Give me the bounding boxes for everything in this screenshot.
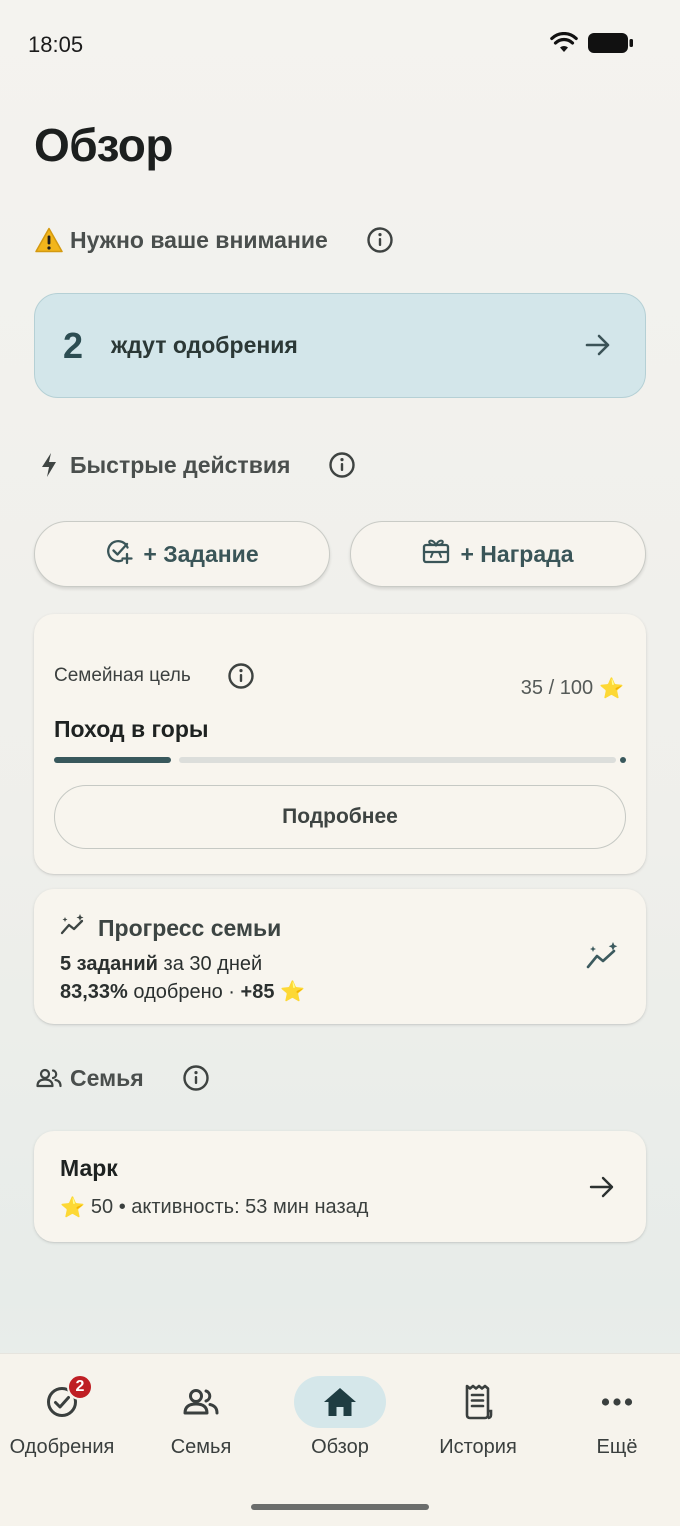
star-icon: ⭐ [599,678,624,700]
people-icon [183,1389,219,1415]
add-reward-button[interactable]: + Награда [350,521,646,587]
nav-icon-container: 2 [16,1374,108,1428]
add-task-label: + Задание [143,540,259,567]
battery-icon [588,33,633,53]
pending-approvals-card[interactable]: 2 ждут одобрения [34,293,646,398]
status-time: 18:05 [28,32,84,57]
wifi-icon [550,32,578,52]
task-check-plus-icon [105,537,134,571]
gift-card-icon [422,538,450,570]
stars-gain: +85 [240,981,275,1003]
warning-icon [34,227,64,253]
more-horizontal-icon [601,1398,633,1406]
tasks-count: 5 заданий [60,953,158,975]
family-goal-stars-value: 35 / 100 [520,677,594,699]
home-icon [324,1388,356,1416]
receipt-icon [465,1384,493,1420]
approvals-badge: 2 [67,1374,93,1400]
nav-label: Одобрения [9,1436,115,1458]
trending-sparkle-icon [60,913,86,943]
status-icons [550,32,634,54]
family-goal-name: Поход в горы [54,716,209,742]
family-progress-card[interactable]: Прогресс семьи 5 заданий за 30 дней 83,3… [34,889,646,1024]
approved-percent: 83,33% [60,981,128,1003]
add-task-button[interactable]: + Задание [34,521,330,587]
nav-label: Обзор [311,1436,369,1458]
tasks-period: за 30 дней [157,953,263,975]
people-icon [34,1068,64,1088]
attention-section-header: Нужно ваше внимание [34,226,394,254]
family-member-card[interactable]: Марк ⭐ 50 • активность: 53 мин назад [34,1131,646,1242]
family-goal-stars: 35 / 100 ⭐ [521,676,624,701]
nav-label: Ещё [596,1436,638,1458]
star-icon: ⭐ [60,1197,85,1219]
goal-details-button[interactable]: Подробнее [54,785,626,849]
nav-item-overview[interactable]: Обзор [272,1376,408,1459]
pending-approvals-count: 2 [63,324,84,366]
member-activity: 50 • активность: 53 мин назад [90,1196,369,1218]
bottom-navigation: 2 Одобрения Семья Обзор История Ещё [0,1353,680,1526]
progress-end-dot [620,757,626,763]
nav-item-more[interactable]: Ещё [549,1376,680,1459]
family-goal-info-icon[interactable] [227,662,255,690]
family-section-header: Семья [34,1064,210,1092]
member-name: Марк [60,1155,118,1181]
trending-sparkle-icon [586,941,620,976]
page-title: Обзор [34,119,174,171]
add-reward-label: + Награда [460,540,574,567]
progress-remaining [179,757,616,763]
family-goal-header: Семейная цель [54,662,255,690]
family-goal-progress-bar [54,757,626,763]
lightning-icon [34,452,64,478]
nav-icon-container [432,1376,524,1428]
family-progress-approval: 83,33% одобрено · +85 ⭐ [60,979,305,1004]
home-indicator[interactable] [251,1504,429,1510]
quick-actions-info-icon[interactable] [328,451,356,479]
pending-approvals-label: ждут одобрения [111,332,298,358]
family-progress-title: Прогресс семьи [98,914,282,941]
family-progress-tasks: 5 заданий за 30 дней [60,953,262,976]
arrow-right-icon [588,1173,616,1206]
nav-item-family[interactable]: Семья [133,1376,269,1459]
family-goal-card: Семейная цель 35 / 100 ⭐ Поход в горы По… [34,614,646,874]
nav-icon-container [155,1376,247,1428]
family-progress-header: Прогресс семьи [60,913,281,943]
family-title: Семья [70,1064,144,1091]
family-info-icon[interactable] [182,1064,210,1092]
family-goal-label: Семейная цель [54,665,191,686]
attention-info-icon[interactable] [366,226,394,254]
progress-fill [54,757,171,763]
quick-actions-title: Быстрые действия [70,451,291,478]
status-bar: 18:05 [0,0,680,88]
approved-text: одобрено · [127,981,241,1003]
nav-icon-container [294,1376,386,1428]
nav-label: Семья [170,1436,232,1458]
nav-item-history[interactable]: История [410,1376,546,1459]
nav-item-approvals[interactable]: 2 Одобрения [0,1374,130,1459]
nav-icon-container [571,1376,663,1428]
attention-title: Нужно ваше внимание [70,226,328,253]
nav-label: История [439,1436,517,1458]
quick-actions-section-header: Быстрые действия [34,451,356,479]
star-icon: ⭐ [280,981,305,1003]
member-meta: ⭐ 50 • активность: 53 мин назад [60,1195,368,1220]
arrow-right-icon [583,330,613,365]
